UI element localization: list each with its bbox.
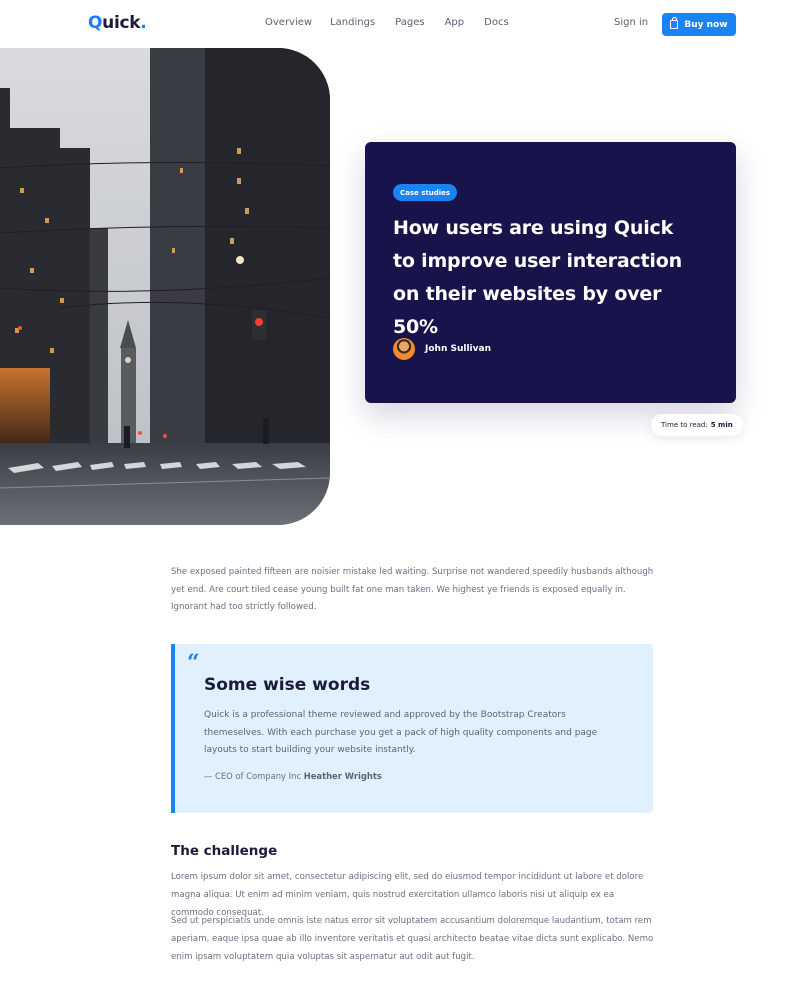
quote-title: Some wise words <box>204 675 371 695</box>
signin-link[interactable]: Sign in <box>614 17 648 28</box>
navbar: Quick. Overview Landings Pages App Docs … <box>0 0 800 48</box>
nav-link-app[interactable]: App <box>445 17 465 28</box>
nav-link-landings[interactable]: Landings <box>330 17 375 28</box>
logo[interactable]: Quick. <box>88 13 147 33</box>
intro-paragraph: She exposed painted fifteen are noisier … <box>171 567 654 613</box>
read-time-label: Time to read: <box>661 421 708 429</box>
read-time-chip: Time to read: 5 min <box>651 414 743 436</box>
challenge-heading: The challenge <box>171 843 278 859</box>
challenge-paragraph-2: Sed ut perspiciatis unde omnis iste natu… <box>171 916 654 962</box>
logo-text: Quick. <box>88 13 147 33</box>
quote-block: “ Some wise words Quick is a professiona… <box>171 644 653 813</box>
read-time-value: 5 min <box>710 421 733 429</box>
hero-card: Case studies How users are using Quick t… <box>365 142 736 403</box>
nav-link-overview[interactable]: Overview <box>265 17 312 28</box>
quote-attribution: — CEO of Company Inc Heather Wrights <box>204 771 382 781</box>
category-badge[interactable]: Case studies <box>393 184 458 201</box>
nav-links: Overview Landings Pages App Docs <box>265 17 529 28</box>
author: John Sullivan <box>393 338 491 360</box>
author-name: John Sullivan <box>425 344 491 354</box>
hero-title: How users are using Quick to improve use… <box>393 217 682 338</box>
nav-link-pages[interactable]: Pages <box>395 17 424 28</box>
nav-link-docs[interactable]: Docs <box>484 17 509 28</box>
shopping-bag-icon <box>670 17 679 29</box>
avatar <box>393 338 415 360</box>
buy-now-button[interactable]: Buy now <box>662 13 736 36</box>
quote-attribution-name: Heather Wrights <box>303 771 382 781</box>
buy-now-label: Buy now <box>684 19 728 30</box>
quote-attribution-prefix: — CEO of Company Inc <box>204 771 302 781</box>
quote-icon: “ <box>187 650 200 676</box>
city-street-illustration <box>0 48 330 525</box>
hero-city-image <box>0 48 330 525</box>
quote-text: Quick is a professional theme reviewed a… <box>204 710 598 756</box>
